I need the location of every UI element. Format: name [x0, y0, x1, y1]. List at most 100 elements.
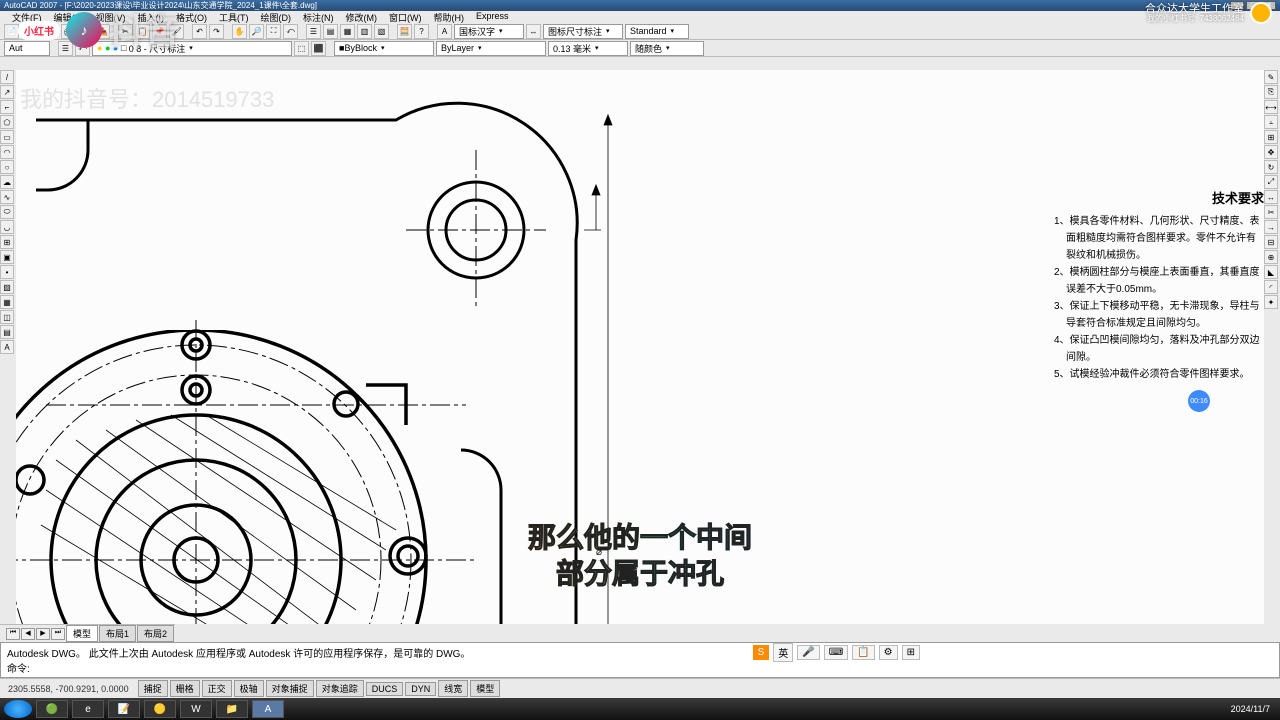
extend-icon[interactable]: →: [1264, 220, 1278, 234]
mm-icon[interactable]: ▧: [374, 24, 389, 39]
calc-icon[interactable]: 🧮: [397, 24, 412, 39]
block-icon[interactable]: ▣: [0, 250, 14, 264]
otrack-toggle[interactable]: 对象追踪: [316, 680, 364, 697]
ime-kbd-icon[interactable]: ⌨: [824, 645, 848, 660]
dcenter-icon[interactable]: ▤: [323, 24, 338, 39]
arc-icon[interactable]: ◠: [0, 145, 14, 159]
join-icon[interactable]: ⊕: [1264, 250, 1278, 264]
zoom-prev-icon[interactable]: ⤺: [283, 24, 298, 39]
menu-tools[interactable]: 工具(T): [213, 11, 255, 23]
hatch-icon[interactable]: ▨: [0, 280, 14, 294]
ime-bar[interactable]: S 英 🎤 ⌨ 📋 ⚙ ⊞: [753, 643, 920, 662]
menu-modify[interactable]: 修改(M): [340, 11, 384, 23]
explode-icon[interactable]: ✦: [1264, 295, 1278, 309]
help-icon[interactable]: ?: [414, 24, 429, 39]
model-toggle[interactable]: 模型: [470, 680, 500, 697]
offset-icon[interactable]: ⫠: [1264, 115, 1278, 129]
drawing-canvas[interactable]: ⌀ 技术要求 1、模具各零件材料、几何形状、尺寸精度、表面粗糙度均需符合图样要求…: [16, 70, 1264, 624]
layermatch-icon[interactable]: ⬛: [311, 41, 326, 56]
rect-icon[interactable]: ▭: [0, 130, 14, 144]
menu-express[interactable]: Express: [470, 11, 515, 23]
tab-model[interactable]: 模型: [66, 625, 98, 642]
osnap-toggle[interactable]: 对象捕捉: [266, 680, 314, 697]
polygon-icon[interactable]: ⬠: [0, 115, 14, 129]
ime-set-icon[interactable]: ⚙: [879, 645, 898, 660]
ime-mic-icon[interactable]: 🎤: [797, 645, 819, 660]
scale-icon[interactable]: ⤢: [1264, 175, 1278, 189]
pan-icon[interactable]: ✋: [232, 24, 247, 39]
ime-grid-icon[interactable]: ⊞: [902, 645, 920, 660]
color-drop[interactable]: ■ ByBlock: [334, 41, 434, 56]
ssm-icon[interactable]: ▥: [357, 24, 372, 39]
text-style-drop[interactable]: 国标汉字: [454, 24, 524, 39]
ortho-toggle[interactable]: 正交: [202, 680, 232, 697]
spline-icon[interactable]: ∿: [0, 190, 14, 204]
trim-icon[interactable]: ✂: [1264, 205, 1278, 219]
cmd-prompt[interactable]: 命令:: [7, 660, 1273, 675]
task-app[interactable]: 🟢: [36, 700, 68, 718]
menu-window[interactable]: 窗口(W): [383, 11, 428, 23]
task-autocad[interactable]: A: [252, 700, 284, 718]
ime-brand-icon[interactable]: S: [753, 645, 770, 660]
region-icon[interactable]: ◫: [0, 310, 14, 324]
task-browser[interactable]: e: [72, 700, 104, 718]
polar-toggle[interactable]: 极轴: [234, 680, 264, 697]
props-icon[interactable]: ☰: [306, 24, 321, 39]
zoom-win-icon[interactable]: ⛶: [266, 24, 281, 39]
tab-prev-icon[interactable]: ◀: [21, 628, 35, 640]
circle-icon[interactable]: ○: [0, 160, 14, 174]
array-icon[interactable]: ⊞: [1264, 130, 1278, 144]
new-icon[interactable]: 📄: [4, 24, 19, 39]
pline-icon[interactable]: ⌐: [0, 100, 14, 114]
table-icon[interactable]: ▤: [0, 325, 14, 339]
mirror-icon[interactable]: ⟷: [1264, 100, 1278, 114]
zoom-rt-icon[interactable]: 🔎: [249, 24, 264, 39]
dimstyle-icon[interactable]: ↔: [526, 24, 541, 39]
tab-layout1[interactable]: 布局1: [99, 625, 136, 642]
xline-icon[interactable]: ↗: [0, 85, 14, 99]
grid-toggle[interactable]: 栅格: [170, 680, 200, 697]
snap-toggle[interactable]: 捕捉: [138, 680, 168, 697]
point-icon[interactable]: •: [0, 265, 14, 279]
move-icon[interactable]: ✥: [1264, 145, 1278, 159]
dyn-toggle[interactable]: DYN: [405, 682, 436, 696]
plotstyle-drop[interactable]: 随颜色: [630, 41, 704, 56]
system-tray[interactable]: 2024/11/7: [1231, 704, 1276, 714]
textstyle-icon[interactable]: A: [437, 24, 452, 39]
ellipse-icon[interactable]: ⬭: [0, 205, 14, 219]
task-wps[interactable]: W: [180, 700, 212, 718]
ime-lang[interactable]: 英: [773, 643, 793, 662]
dim-style-drop[interactable]: 图标尺寸标注: [543, 24, 623, 39]
chamfer-icon[interactable]: ◣: [1264, 265, 1278, 279]
mtext-icon[interactable]: A: [0, 340, 14, 354]
lwt-toggle[interactable]: 线宽: [438, 680, 468, 697]
erase-icon[interactable]: ✎: [1264, 70, 1278, 84]
menu-help[interactable]: 帮助(H): [428, 11, 471, 23]
ellarc-icon[interactable]: ◡: [0, 220, 14, 234]
tab-first-icon[interactable]: ⏮: [6, 628, 20, 640]
table-style-drop[interactable]: Standard: [625, 24, 689, 39]
task-notes[interactable]: 📝: [108, 700, 140, 718]
layeriso-icon[interactable]: ⬚: [294, 41, 309, 56]
start-button[interactable]: [4, 700, 32, 718]
ducs-toggle[interactable]: DUCS: [366, 682, 404, 696]
line-icon[interactable]: /: [0, 70, 14, 84]
task-explorer[interactable]: 📁: [216, 700, 248, 718]
insert-icon[interactable]: ⊞: [0, 235, 14, 249]
redo-icon[interactable]: ↷: [209, 24, 224, 39]
taskbar[interactable]: 🟢 e 📝 🟡 W 📁 A 2024/11/7: [0, 698, 1280, 720]
fillet-icon[interactable]: ◜: [1264, 280, 1278, 294]
undo-icon[interactable]: ↶: [192, 24, 207, 39]
linetype-drop[interactable]: ByLayer: [436, 41, 546, 56]
ime-clip-icon[interactable]: 📋: [852, 645, 874, 660]
copy2-icon[interactable]: ⎘: [1264, 85, 1278, 99]
stretch-icon[interactable]: ↔: [1264, 190, 1278, 204]
menu-dim[interactable]: 标注(N): [297, 11, 340, 23]
tab-layout2[interactable]: 布局2: [137, 625, 174, 642]
grad-icon[interactable]: ▦: [0, 295, 14, 309]
break-icon[interactable]: ⊟: [1264, 235, 1278, 249]
tab-last-icon[interactable]: ⏭: [51, 628, 65, 640]
lineweight-drop[interactable]: 0.13 毫米: [548, 41, 628, 56]
revcloud-icon[interactable]: ☁: [0, 175, 14, 189]
rotate-icon[interactable]: ↻: [1264, 160, 1278, 174]
